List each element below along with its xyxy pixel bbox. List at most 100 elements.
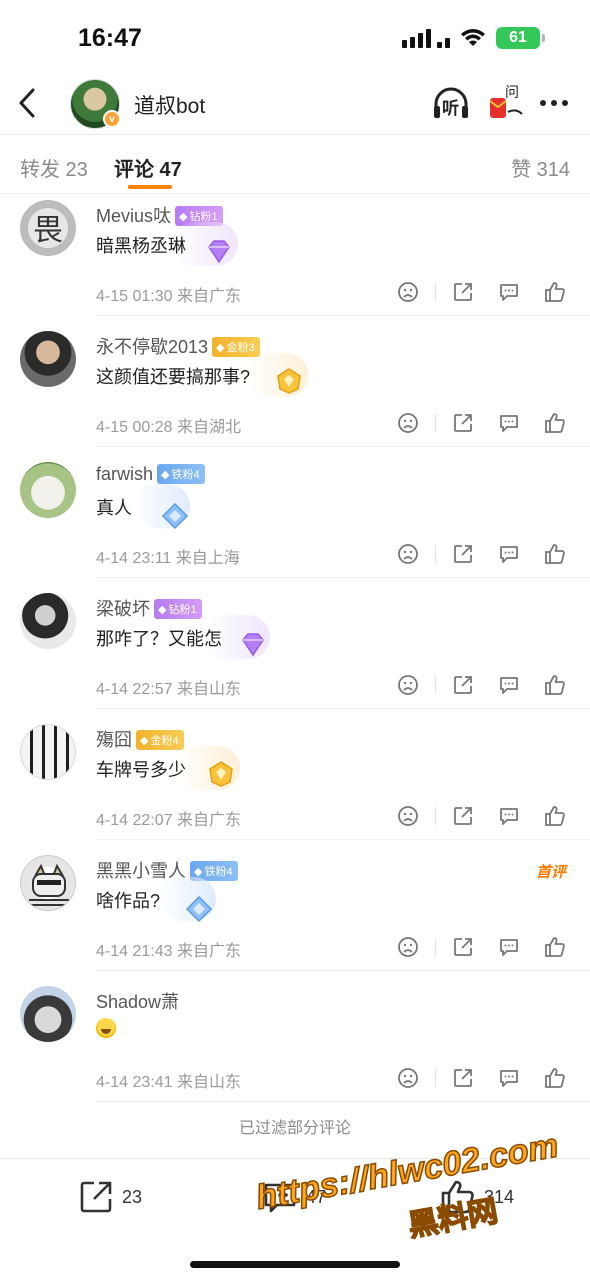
comment-text: 真人 xyxy=(96,498,132,518)
share-button[interactable] xyxy=(450,934,476,960)
reply-button[interactable] xyxy=(496,803,522,829)
reply-button[interactable] xyxy=(496,1065,522,1091)
fan-badge[interactable]: ◆ 铁粉4 xyxy=(157,464,205,484)
dislike-icon xyxy=(398,806,418,826)
dislike-button[interactable] xyxy=(395,541,421,567)
reply-button[interactable] xyxy=(496,672,522,698)
commenter-avatar[interactable] xyxy=(20,462,76,518)
commenter-name[interactable]: farwish ◆ 铁粉4 xyxy=(96,464,205,485)
dislike-button[interactable] xyxy=(395,672,421,698)
reply-button[interactable] xyxy=(496,279,522,305)
status-indicators: 61 xyxy=(402,27,545,49)
like-icon xyxy=(545,1068,565,1088)
comment-icon xyxy=(264,1183,296,1213)
comment-text: 车牌号多少 xyxy=(96,760,186,780)
reply-button[interactable] xyxy=(496,410,522,436)
commenter-name[interactable]: 梁破坏 ◆ 钻粉1 xyxy=(96,595,202,621)
commenter-name[interactable]: Shadow萧 xyxy=(96,988,179,1014)
cellular-signal-icon-2 xyxy=(437,28,450,48)
share-button[interactable] xyxy=(450,410,476,436)
like-button[interactable] xyxy=(542,410,568,436)
comment-meta: 4-14 23:11 来自上海 xyxy=(96,544,240,568)
comment-meta: 4-15 00:28 来自湖北 xyxy=(96,413,241,437)
commenter-avatar[interactable] xyxy=(20,593,76,649)
share-button[interactable] xyxy=(450,279,476,305)
fan-badge[interactable]: ◆ 金粉4 xyxy=(136,730,184,750)
share-button[interactable] xyxy=(450,541,476,567)
fan-badge[interactable]: ◆ 钻粉1 xyxy=(154,599,202,619)
back-button[interactable] xyxy=(12,86,42,120)
comment-text: 暗黑杨丞琳 xyxy=(96,236,186,256)
comment-time: 4-14 23:11 xyxy=(96,550,172,567)
comment-item: Shadow萧 4-14 23:41 来自山东 xyxy=(0,980,590,1111)
like-post-button[interactable]: 314 xyxy=(440,1179,514,1215)
like-button[interactable] xyxy=(542,1065,568,1091)
listen-button[interactable]: 听 xyxy=(432,86,470,120)
commenter-avatar[interactable] xyxy=(20,986,76,1042)
share-icon xyxy=(454,283,472,301)
home-indicator[interactable] xyxy=(190,1261,400,1268)
dislike-icon xyxy=(398,413,418,433)
share-button[interactable] xyxy=(450,672,476,698)
dislike-button[interactable] xyxy=(395,279,421,305)
commenter-name[interactable]: 殤囧 ◆ 金粉4 xyxy=(96,726,184,752)
comment-location: 来自广东 xyxy=(176,288,241,305)
comment-meta: 4-14 23:41 来自山东 xyxy=(96,1068,241,1092)
commenter-avatar[interactable]: 畏 xyxy=(20,200,76,256)
reply-button[interactable] xyxy=(496,934,522,960)
wifi-icon xyxy=(460,28,486,48)
reply-icon xyxy=(500,415,518,432)
comment-location: 来自湖北 xyxy=(176,419,241,436)
like-button[interactable] xyxy=(542,803,568,829)
svg-text:畏: 畏 xyxy=(33,213,63,248)
laughing-emoji-icon xyxy=(96,1018,116,1038)
comment-actions xyxy=(395,803,568,829)
like-icon xyxy=(545,282,565,302)
comment-text: 啥作品? xyxy=(96,891,161,911)
more-button[interactable] xyxy=(540,100,568,106)
dislike-button[interactable] xyxy=(395,803,421,829)
like-count: 314 xyxy=(484,1186,515,1207)
tab-repost[interactable]: 转发 23 xyxy=(20,153,88,182)
tab-comment[interactable]: 评论 47 xyxy=(114,153,182,182)
share-button[interactable] xyxy=(450,803,476,829)
like-button[interactable] xyxy=(542,672,568,698)
back-icon xyxy=(19,88,35,118)
commenter-name[interactable]: 永不停歇2013 ◆ 金粉3 xyxy=(96,333,260,359)
comment-item: 梁破坏 ◆ 钻粉1 那咋了？又能怎 4-14 22:57 来自山东 xyxy=(0,587,590,718)
reply-icon xyxy=(500,1070,518,1087)
like-icon xyxy=(545,937,565,957)
filtered-comments-note[interactable]: 已过滤部分评论 xyxy=(0,1114,590,1138)
commenter-name[interactable]: 黑黑小雪人 ◆ 铁粉4 xyxy=(96,857,238,883)
comment-item: farwish ◆ 铁粉4 真人 4-14 23:11 来自上海 xyxy=(0,456,590,587)
dislike-button[interactable] xyxy=(395,410,421,436)
repost-button[interactable]: 23 xyxy=(78,1179,142,1215)
commenter-avatar[interactable] xyxy=(20,855,76,911)
comment-actions xyxy=(395,1065,568,1091)
commenter-avatar[interactable] xyxy=(20,331,76,387)
comment-actions xyxy=(395,934,568,960)
like-button[interactable] xyxy=(542,279,568,305)
nav-header: v 道叔bot 听 问 xyxy=(0,72,590,134)
comment-time: 4-14 21:43 xyxy=(96,943,173,960)
bottom-action-bar: 23 47 314 xyxy=(0,1159,590,1280)
like-button[interactable] xyxy=(542,541,568,567)
dislike-button[interactable] xyxy=(395,1065,421,1091)
tab-like[interactable]: 赞 314 xyxy=(511,153,570,182)
comment-meta: 4-14 22:07 来自广东 xyxy=(96,806,241,830)
dislike-icon xyxy=(398,544,418,564)
dislike-icon xyxy=(398,282,418,302)
reply-button[interactable] xyxy=(496,541,522,567)
share-button[interactable] xyxy=(450,1065,476,1091)
comment-item: 黑黑小雪人 ◆ 铁粉4 首评 啥作品? 4-14 21:43 来自广东 xyxy=(0,849,590,980)
ask-button[interactable]: 问 xyxy=(488,84,524,122)
commenter-avatar[interactable] xyxy=(20,724,76,780)
comment-list: 畏 Mevius呔 ◆ 钻粉1 暗黑杨丞琳 4-15 01:30 来自广东 永不停歇… xyxy=(0,194,590,1111)
comment-button[interactable]: 47 xyxy=(262,1179,326,1215)
like-button[interactable] xyxy=(542,934,568,960)
dislike-button[interactable] xyxy=(395,934,421,960)
author-name[interactable]: 道叔bot xyxy=(134,90,205,120)
comment-time: 4-14 23:41 xyxy=(96,1074,173,1091)
fan-badge[interactable]: ◆ 金粉3 xyxy=(212,337,260,357)
comment-item: 畏 Mevius呔 ◆ 钻粉1 暗黑杨丞琳 4-15 01:30 来自广东 xyxy=(0,194,590,325)
